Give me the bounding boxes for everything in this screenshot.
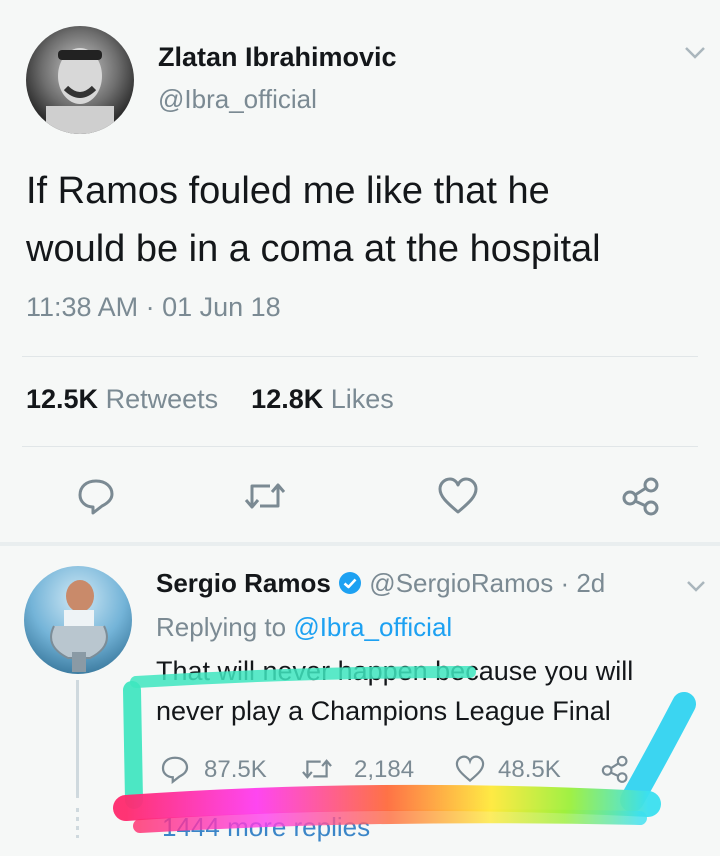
chevron-down-icon[interactable] xyxy=(686,580,706,592)
reply-header: Sergio Ramos @SergioRamos · 2d xyxy=(156,568,605,599)
reply-text-line-2: never play a Champions League Final xyxy=(156,696,611,726)
replying-to: Replying to @Ibra_official xyxy=(156,612,452,643)
reply-author-handle[interactable]: @SergioRamos xyxy=(369,568,553,598)
reply-icon[interactable] xyxy=(76,476,116,516)
chevron-down-icon[interactable] xyxy=(684,46,706,60)
reply-count: 87.5K xyxy=(204,756,267,783)
ramos-avatar[interactable] xyxy=(24,566,132,674)
like-icon[interactable] xyxy=(436,476,480,516)
author-name[interactable]: Zlatan Ibrahimovic xyxy=(158,42,397,73)
retweet-icon[interactable] xyxy=(242,476,288,516)
thread-dots xyxy=(76,808,79,838)
reply-time[interactable]: · 2d xyxy=(560,568,605,598)
replying-prefix: Replying to xyxy=(156,612,287,642)
reply-author-name[interactable]: Sergio Ramos xyxy=(156,568,331,598)
reply-icon[interactable] xyxy=(160,754,190,784)
verified-badge-icon xyxy=(338,571,362,595)
divider xyxy=(22,446,698,447)
tweet-text-line-2: would be in a coma at the hospital xyxy=(26,228,601,270)
divider xyxy=(22,356,698,357)
reply-actions: 87.5K 2,184 48.5K xyxy=(160,752,640,784)
retweets-label[interactable]: Retweets xyxy=(106,384,219,414)
share-icon[interactable] xyxy=(620,476,662,516)
retweet-icon[interactable] xyxy=(300,754,334,784)
reply-text-line-1: That will never happen because you will xyxy=(156,656,634,686)
more-replies-link[interactable]: 1444 more replies xyxy=(162,812,370,843)
like-count: 48.5K xyxy=(498,756,561,783)
tweet-timestamp: 11:38 AM · 01 Jun 18 xyxy=(26,292,281,322)
thread-line xyxy=(76,680,79,798)
tweet-text-line-1: If Ramos fouled me like that he xyxy=(26,170,550,212)
like-icon[interactable] xyxy=(454,754,486,784)
tweet-stats: 12.5K Retweets 12.8K Likes xyxy=(26,384,394,415)
replying-to-handle[interactable]: @Ibra_official xyxy=(293,612,452,642)
likes-count[interactable]: 12.8K xyxy=(251,384,323,414)
section-separator xyxy=(0,542,720,546)
retweets-count[interactable]: 12.5K xyxy=(26,384,98,414)
zlatan-avatar[interactable] xyxy=(26,26,134,134)
likes-label[interactable]: Likes xyxy=(331,384,394,414)
retweet-count: 2,184 xyxy=(354,756,415,783)
share-icon[interactable] xyxy=(600,754,630,784)
author-handle[interactable]: @Ibra_official xyxy=(158,84,317,115)
